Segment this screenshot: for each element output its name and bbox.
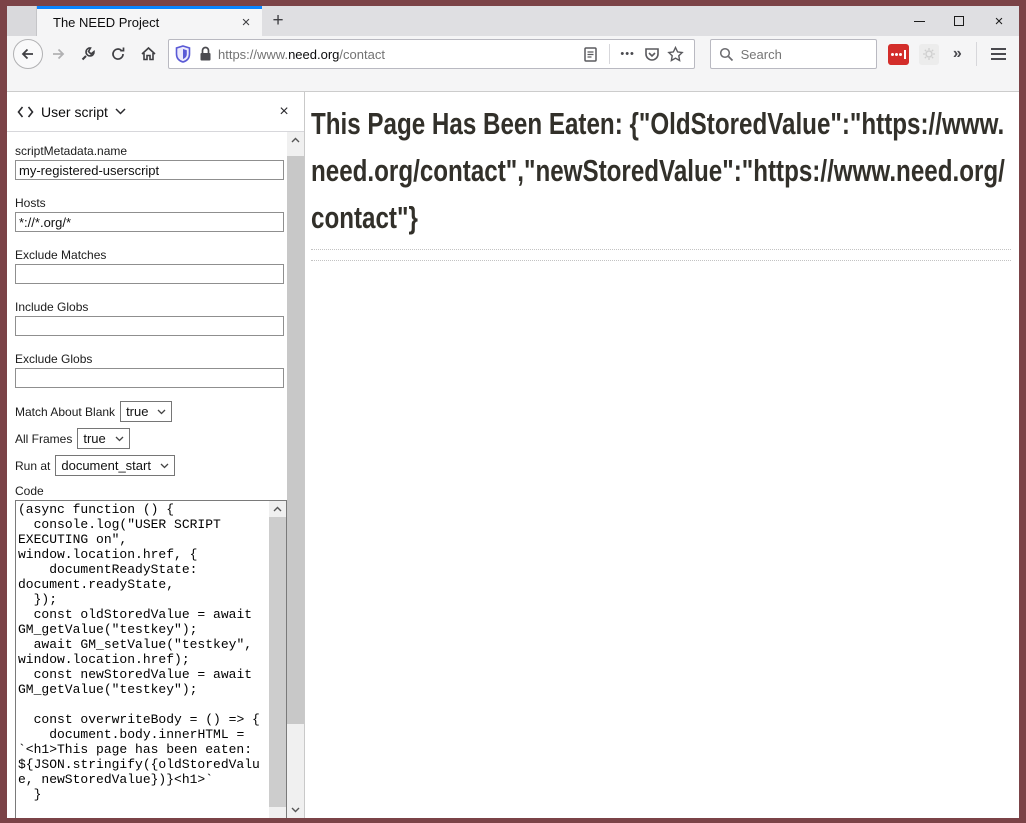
match-about-blank-label: Match About Blank [15,405,115,419]
url-scheme: https://www. [218,47,288,62]
extension-button-red[interactable] [888,44,909,65]
scroll-down-icon[interactable] [287,802,304,818]
exclude-globs-input[interactable] [15,368,284,388]
sidebar-scrollbar[interactable] [287,132,304,818]
search-icon [719,47,734,62]
pocket-button[interactable] [640,42,664,66]
lock-icon [199,46,212,62]
reload-button[interactable] [103,39,133,69]
tracking-protection-shield-icon [175,45,191,63]
sidebar-header: User script × [7,92,304,132]
tab-bar: The NEED Project × + × [7,6,1019,36]
all-frames-label: All Frames [15,432,72,446]
tab-the-need-project[interactable]: The NEED Project × [37,6,262,36]
pocket-icon [644,47,660,62]
search-bar[interactable] [710,39,877,69]
chevron-down-icon[interactable] [115,108,126,115]
code-brackets-icon [17,106,34,118]
back-icon [13,39,43,69]
scroll-up-icon[interactable] [269,501,286,517]
match-about-blank-row: Match About Blank true [15,401,284,422]
extension-red-dots-icon [891,53,894,56]
code-scrollbar[interactable] [269,501,286,818]
app-menu-button[interactable] [983,39,1013,69]
match-about-blank-select[interactable]: true [120,401,172,422]
run-at-row: Run at document_start [15,455,284,476]
urlbar-separator [609,44,610,64]
window-controls: × [899,6,1019,36]
main-area: User script × scriptMetadata.name Hosts … [7,92,1019,818]
back-button[interactable] [13,39,43,69]
page-heading: This Page Has Been Eaten: {"OldStoredVal… [311,100,1005,241]
navigation-toolbar: https://www.need.org/contact ••• » [7,36,1019,72]
reader-mode-icon [584,47,597,62]
field-label-exclude-matches: Exclude Matches [15,248,284,262]
tools-button[interactable] [73,39,103,69]
hosts-input[interactable] [15,212,284,232]
page-content: This Page Has Been Eaten: {"OldStoredVal… [305,92,1019,818]
sidebar-scrollbar-thumb[interactable] [287,156,304,724]
scroll-up-icon[interactable] [287,132,304,148]
ellipsis-icon: ••• [620,48,635,60]
tabbar-spacer [294,6,899,36]
forward-button[interactable] [43,39,73,69]
userscript-form: scriptMetadata.name Hosts Exclude Matche… [7,132,287,818]
chevron-down-icon [157,409,166,415]
close-window-button[interactable]: × [979,6,1019,36]
script-name-input[interactable] [15,160,284,180]
chevron-down-icon [160,463,169,469]
url-bar[interactable]: https://www.need.org/contact ••• [168,39,695,69]
code-editor: (async function () { console.log("USER S… [15,500,287,818]
field-label-hosts: Hosts [15,196,284,210]
tab-close-icon[interactable]: × [236,13,256,33]
search-input[interactable] [741,47,841,62]
reader-mode-button[interactable] [579,42,603,66]
overflow-menu-button[interactable]: » [944,45,970,63]
minimize-button[interactable] [899,6,939,36]
code-textarea[interactable]: (async function () { console.log("USER S… [16,501,269,818]
page-actions-button[interactable]: ••• [616,42,640,66]
userscript-sidebar: User script × scriptMetadata.name Hosts … [7,92,305,818]
toolbar-separator [976,42,977,66]
browser-window: The NEED Project × + × [0,0,1026,823]
maximize-icon [954,16,964,26]
code-label: Code [15,484,284,498]
home-icon [140,46,157,62]
forward-icon [50,46,66,62]
sidebar-body: scriptMetadata.name Hosts Exclude Matche… [7,132,304,818]
reload-icon [110,46,126,62]
bookmark-button[interactable] [664,42,688,66]
url-text: https://www.need.org/contact [218,47,579,62]
url-domain: need.org [288,47,339,62]
include-globs-input[interactable] [15,316,284,336]
tab-title: The NEED Project [53,15,236,30]
sidebar-close-button[interactable]: × [274,103,294,121]
home-button[interactable] [133,39,163,69]
close-icon: × [995,14,1004,29]
gear-icon [922,47,936,61]
star-icon [667,46,684,62]
dotted-divider [311,249,1011,250]
chevron-down-icon [115,436,124,442]
exclude-matches-input[interactable] [15,264,284,284]
wrench-icon [80,46,96,62]
run-at-label: Run at [15,459,50,473]
field-label-script-name: scriptMetadata.name [15,144,284,158]
hamburger-icon [991,48,1006,50]
all-frames-row: All Frames true [15,428,284,449]
maximize-button[interactable] [939,6,979,36]
sidebar-title: User script [41,104,108,120]
run-at-select[interactable]: document_start [55,455,175,476]
minimize-icon [914,21,925,22]
dotted-divider [311,260,1011,261]
extension-button-gray[interactable] [919,44,940,65]
bookmarks-toolbar-empty [7,72,1019,92]
field-label-include-globs: Include Globs [15,300,284,314]
all-frames-select[interactable]: true [77,428,129,449]
code-scrollbar-thumb[interactable] [269,517,286,807]
field-label-exclude-globs: Exclude Globs [15,352,284,366]
new-tab-button[interactable]: + [262,6,294,36]
tabbar-corner-spacer [7,6,37,36]
url-path: /contact [339,47,385,62]
